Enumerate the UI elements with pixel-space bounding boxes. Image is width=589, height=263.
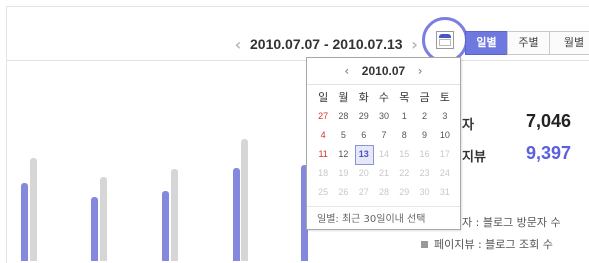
chart-bar: [162, 191, 169, 261]
calendar-day-disabled: 27: [358, 187, 369, 197]
calendar-day[interactable]: 8: [394, 126, 414, 145]
calendar-day-disabled: 18: [318, 168, 329, 178]
weekday-label: 월: [338, 91, 349, 104]
calendar-day-disabled: 28: [378, 187, 389, 197]
calendar-day[interactable]: 5: [333, 126, 353, 145]
calendar-day-disabled: 16: [419, 149, 430, 159]
chart-bar: [30, 158, 37, 261]
legend-square-icon: [421, 240, 428, 248]
weekday-label: 금: [419, 91, 430, 104]
weekday-label: 일: [318, 91, 329, 104]
legend-pageviews-label: 페이지뷰 : 블로그 조회 수: [434, 238, 553, 251]
calendar-day-disabled: 26: [338, 187, 349, 197]
calendar-day-disabled: 24: [439, 168, 450, 178]
calendar-footer-divider: [307, 206, 460, 207]
calendar-day-disabled: 19: [338, 168, 349, 178]
pageviews-label: 지뷰: [462, 150, 486, 165]
weekday-label: 화: [358, 91, 369, 104]
prev-month-button[interactable]: ‹: [338, 64, 356, 78]
calendar-week: 4 5 6 7 8 9 10: [313, 126, 455, 145]
pageviews-value: 9,397: [525, 143, 571, 163]
stats-widget: ‹ 2010.07.07 - 2010.07.13 › 일별 주별 월별 자 7…: [0, 0, 589, 263]
chart-bar: [171, 169, 178, 261]
calendar-month-label: 2010.07: [361, 64, 406, 78]
chart-bar: [241, 139, 248, 261]
calendar-week: 11 12 13 14 15 16 17: [313, 145, 455, 165]
calendar-week: 18 19 20 21 22 23 24: [313, 164, 455, 183]
calendar-day-disabled: 30: [419, 187, 430, 197]
selected-day-label: 13: [358, 149, 369, 159]
calendar-day-disabled: 21: [378, 168, 389, 178]
calendar-day[interactable]: 10: [435, 126, 455, 145]
date-range-nav: ‹ 2010.07.07 - 2010.07.13 ›: [230, 33, 423, 55]
calendar-day-disabled: 23: [419, 168, 430, 178]
tab-weekly[interactable]: 주별: [507, 31, 550, 55]
calendar-day[interactable]: 28: [333, 107, 353, 126]
legend-visitors: 자 : 블로그 방문자 수: [462, 214, 561, 230]
legend-pageviews: 페이지뷰 : 블로그 조회 수: [421, 236, 553, 252]
calendar-day[interactable]: 11: [313, 145, 333, 164]
weekday-row: 일 월 화 수 목 금 토: [313, 88, 455, 107]
calendar-day-disabled: 15: [399, 149, 410, 159]
visitors-label: 자: [462, 118, 474, 133]
visitors-value: 7,046: [525, 111, 571, 131]
calendar-day-disabled: 14: [378, 149, 389, 159]
calendar-day-selected[interactable]: 13: [354, 145, 374, 165]
calendar-popup: ‹ 2010.07 › 일 월 화 수 목 금 토 27 28 29 30 1 …: [306, 57, 461, 230]
calendar-day[interactable]: 1: [394, 107, 414, 126]
tab-daily[interactable]: 일별: [465, 31, 508, 55]
calendar-day-disabled: 22: [399, 168, 410, 178]
calendar-day-disabled: 31: [439, 187, 450, 197]
next-month-button[interactable]: ›: [411, 64, 429, 78]
chart-bar: [100, 177, 107, 261]
next-period-button[interactable]: ›: [407, 35, 423, 54]
calendar-day-disabled: 17: [439, 149, 450, 159]
visitor-bar-chart: [0, 61, 330, 261]
weekday-label: 수: [378, 91, 390, 104]
calendar-week: 27 28 29 30 1 2 3: [313, 107, 455, 126]
calendar-week: 25 26 27 28 29 30 31: [313, 183, 455, 202]
chart-bar: [21, 183, 28, 261]
weekday-label: 토: [439, 91, 450, 104]
calendar-day[interactable]: 29: [354, 107, 374, 126]
calendar-day[interactable]: 7: [374, 126, 394, 145]
chart-bar: [91, 197, 98, 261]
calendar-day[interactable]: 27: [313, 107, 333, 126]
calendar-day[interactable]: 4: [313, 126, 333, 145]
weekday-label: 목: [399, 91, 410, 104]
prev-period-button[interactable]: ‹: [230, 35, 246, 54]
calendar-header: ‹ 2010.07 ›: [307, 58, 460, 84]
calendar-day[interactable]: 2: [414, 107, 434, 126]
chart-bar: [233, 168, 240, 261]
calendar-day[interactable]: 30: [374, 107, 394, 126]
calendar-grid: 일 월 화 수 목 금 토 27 28 29 30 1 2 3 4 5 6 7 …: [313, 88, 455, 202]
calendar-day-disabled: 20: [358, 168, 369, 178]
calendar-day[interactable]: 3: [435, 107, 455, 126]
tab-monthly[interactable]: 월별: [549, 31, 589, 55]
calendar-footer-note: 일별: 최근 30일이내 선택: [317, 214, 426, 225]
period-tabs: 일별 주별 월별: [465, 31, 589, 55]
calendar-day-disabled: 25: [318, 187, 329, 197]
date-range-label: 2010.07.07 - 2010.07.13: [250, 36, 403, 52]
calendar-divider: [307, 84, 460, 85]
calendar-day[interactable]: 9: [414, 126, 434, 145]
legend-visitors-label: 자 : 블로그 방문자 수: [462, 216, 561, 229]
calendar-icon[interactable]: [436, 31, 454, 49]
calendar-day[interactable]: 12: [333, 145, 353, 164]
calendar-day-disabled: 29: [399, 187, 410, 197]
calendar-day[interactable]: 6: [354, 126, 374, 145]
